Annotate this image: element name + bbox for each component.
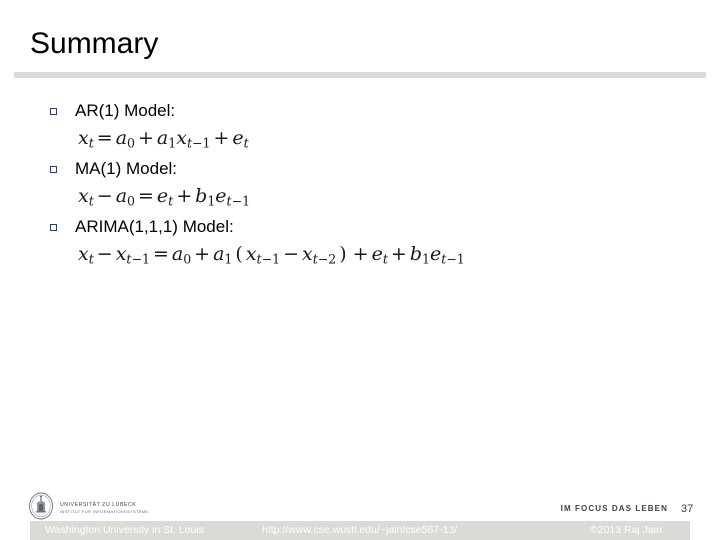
page-title: Summary <box>30 27 159 60</box>
bullet-line-ma1: MA(1) Model: <box>0 158 720 182</box>
bullet-label-ar1: AR(1) Model: <box>75 101 176 120</box>
university-logo-text: UNIVERSITÄT ZU LÜBECK INSTITUT FÜR INFOR… <box>60 498 149 514</box>
eq-ma1-expression: xt − a0 = et + b1et−1 <box>78 185 251 209</box>
slide-canvas: Summary AR(1) Model: xt = a0 + a1xt−1 + et MA(… <box>0 0 720 540</box>
eq-ar1-expression: xt = a0 + a1xt−1 + et <box>78 127 249 151</box>
university-logo: UNIVERSITÄT ZU LÜBECK INSTITUT FÜR INFOR… <box>28 492 149 520</box>
eq-arima-expression: xt − xt−1 = a0 + a1(xt−1− xt−2) + et + b1et−1 <box>78 243 465 267</box>
footer-copyright: ©2013 Raj Jain <box>590 524 662 536</box>
university-tagline: IM FOCUS DAS LEBEN <box>560 504 668 513</box>
square-bullet-icon <box>50 166 57 173</box>
bullet-line-arima: ARIMA(1,1,1) Model: <box>0 216 720 240</box>
equation-ma1: xt − a0 = et + b1et−1 <box>78 184 250 208</box>
footer-url-link[interactable]: http://www.cse.wustl.edu/~jain/cse567-13… <box>262 524 457 536</box>
bullet-label-arima: ARIMA(1,1,1) Model: <box>75 217 234 236</box>
square-bullet-icon <box>50 108 57 115</box>
square-bullet-icon <box>50 224 57 231</box>
title-divider <box>14 72 706 78</box>
bullet-label-ma1: MA(1) Model: <box>75 159 178 178</box>
university-seal-icon <box>29 492 53 520</box>
equation-arima: xt − xt−1 = a0 + a1(xt−1− xt−2) + et + b1et−1 <box>78 242 465 266</box>
university-institute: INSTITUT FÜR INFORMATIONSSYSTEME <box>60 508 149 514</box>
equation-ar1: xt = a0 + a1xt−1 + et <box>78 126 249 150</box>
footer-organization: Washington University in St. Louis <box>45 524 204 536</box>
bullet-line-ar1: AR(1) Model: <box>0 100 720 124</box>
slide-number: 37 <box>681 503 694 515</box>
